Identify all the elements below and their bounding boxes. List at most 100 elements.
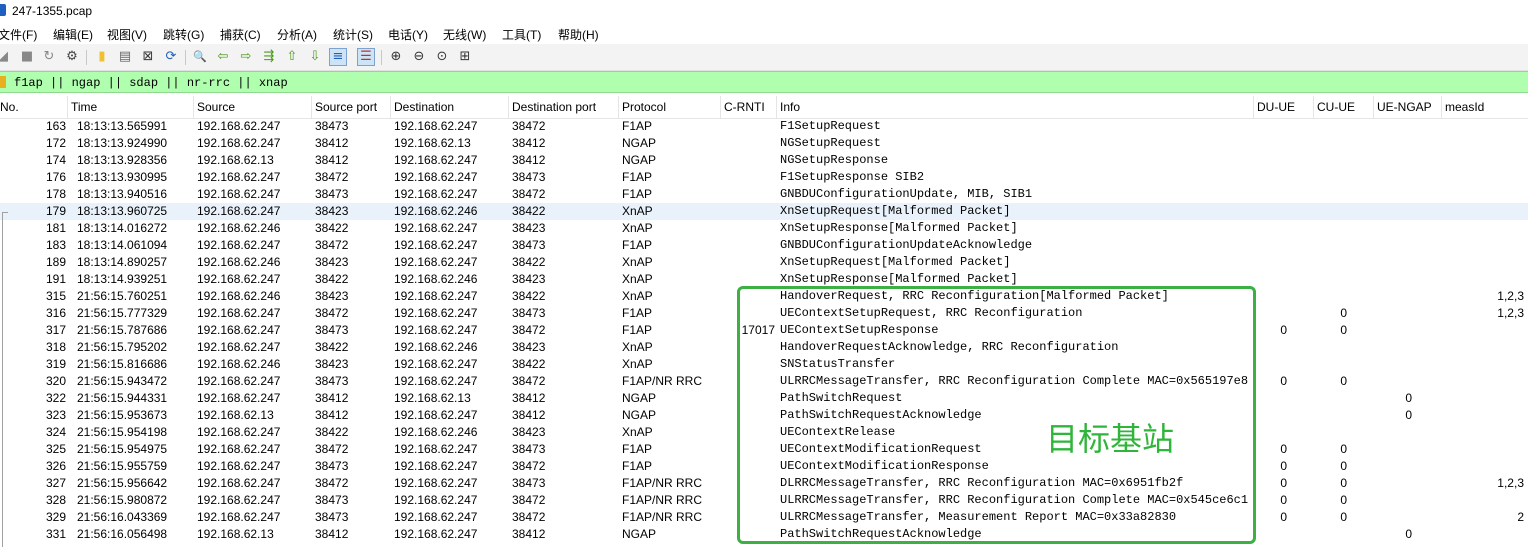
cell-cu-ue [1314,254,1347,271]
cell-du-ue [1254,407,1287,424]
menu-help[interactable]: 帮助(H) [558,26,599,43]
zoom-in-icon[interactable]: ⊕ [387,48,405,66]
cell-source-port: 38472 [315,442,349,456]
capture-options-icon[interactable]: ⚙ [63,48,81,66]
column-header-no[interactable]: No. [0,96,68,118]
menu-statistics[interactable]: 统计(S) [333,26,373,43]
cell-protocol: F1AP/NR RRC [622,510,703,524]
cell-du-ue [1254,254,1287,271]
go-first-icon[interactable]: ⇧ [283,48,301,66]
cell-destination: 192.168.62.247 [394,510,478,524]
column-header-du-ue[interactable]: DU-UE [1254,96,1314,118]
packet-row[interactable]: 163 18:13:13.565991 192.168.62.247 38473 192… [0,118,1528,135]
cell-ue-ngap [1374,424,1412,441]
column-header-ue-ngap[interactable]: UE-NGAP [1374,96,1442,118]
packet-row[interactable]: 183 18:13:14.061094 192.168.62.247 38472 192… [0,237,1528,254]
packet-row[interactable]: 172 18:13:13.924990 192.168.62.247 38412 192… [0,135,1528,152]
column-header-protocol[interactable]: Protocol [619,96,721,118]
menu-capture[interactable]: 捕获(C) [220,26,261,43]
cell-du-ue [1254,203,1287,220]
column-header-source-port[interactable]: Source port [312,96,391,118]
autoscroll-icon[interactable]: ≡ [329,48,347,66]
open-file-icon[interactable]: ▮ [93,48,111,66]
cell-time: 21:56:15.953673 [77,408,168,422]
cell-source: 192.168.62.247 [197,374,281,388]
packet-row[interactable]: 179 18:13:13.960725 192.168.62.247 38423 192… [0,203,1528,220]
cell-c-rnti [722,118,775,135]
column-header-source[interactable]: Source [194,96,312,118]
cell-cu-ue [1314,186,1347,203]
menu-telephony[interactable]: 电话(Y) [388,26,428,43]
display-filter-input[interactable] [14,75,1414,91]
cell-time: 18:13:14.890257 [77,255,168,269]
close-file-icon[interactable]: ⊠ [139,48,157,66]
cell-time: 18:13:13.960725 [77,204,168,218]
cell-source-port: 38472 [315,170,349,184]
cell-time: 18:13:13.565991 [77,119,168,133]
cell-source: 192.168.62.246 [197,221,281,235]
column-header-cu-ue[interactable]: CU-UE [1314,96,1374,118]
column-header-time[interactable]: Time [68,96,194,118]
cell-meas-id: 1,2,3 [1497,476,1524,490]
packet-row[interactable]: 176 18:13:13.930995 192.168.62.247 38472 192… [0,169,1528,186]
cell-destination-port: 38412 [512,136,546,150]
menu-wireless[interactable]: 无线(W) [443,26,486,43]
cell-meas-id [1442,322,1524,339]
cell-cu-ue: 0 [1340,476,1347,490]
cell-du-ue [1254,526,1287,543]
menu-analyze[interactable]: 分析(A) [277,26,317,43]
cell-c-rnti [722,135,775,152]
reload-file-icon[interactable]: ⟳ [162,48,180,66]
bookmark-icon[interactable] [0,76,6,88]
colorize-icon[interactable]: ☰ [357,48,375,66]
column-header-destination[interactable]: Destination [391,96,509,118]
cell-meas-id [1442,169,1524,186]
cell-source-port: 38423 [315,204,349,218]
stop-capture-icon[interactable]: ■ [18,48,36,66]
cell-source-port: 38412 [315,527,349,541]
cell-time: 18:13:13.928356 [77,153,168,167]
start-capture-icon[interactable]: ◢ [0,48,12,66]
cell-no: 324 [45,425,66,439]
go-last-icon[interactable]: ⇩ [306,48,324,66]
cell-source-port: 38423 [315,289,349,303]
cell-c-rnti [722,220,775,237]
restart-capture-icon[interactable]: ↻ [40,48,58,66]
window-title: 247-1355.pcap [12,4,93,18]
column-header-c-rnti[interactable]: C-RNTI [721,96,777,118]
cell-time: 18:13:14.016272 [77,221,168,235]
cell-destination: 192.168.62.247 [394,289,478,303]
cell-cu-ue [1314,339,1347,356]
menu-view[interactable]: 视图(V) [107,26,147,43]
normal-size-icon[interactable]: ⊙ [433,48,451,66]
find-packet-icon[interactable]: 🔍 [191,48,209,66]
cell-time: 21:56:15.760251 [77,289,168,303]
menu-go[interactable]: 跳转(G) [163,26,204,43]
menu-edit[interactable]: 编辑(E) [53,26,93,43]
cell-destination-port: 38423 [512,272,546,286]
packet-row[interactable]: 189 18:13:14.890257 192.168.62.246 38423 192… [0,254,1528,271]
zoom-out-icon[interactable]: ⊖ [410,48,428,66]
cell-source: 192.168.62.246 [197,357,281,371]
cell-meas-id [1442,407,1524,424]
cell-destination: 192.168.62.247 [394,357,478,371]
cell-destination: 192.168.62.247 [394,442,478,456]
menu-file[interactable]: 文件(F) [0,26,37,43]
column-header-meas-id[interactable]: measId [1442,96,1528,118]
save-file-icon[interactable]: ▤ [116,48,134,66]
go-back-icon[interactable]: ⇦ [214,48,232,66]
go-forward-icon[interactable]: ⇨ [237,48,255,66]
packet-row[interactable]: 181 18:13:14.016272 192.168.62.246 38422 192… [0,220,1528,237]
packet-row[interactable]: 174 18:13:13.928356 192.168.62.13 38412 192.… [0,152,1528,169]
cell-destination-port: 38423 [512,340,546,354]
cell-time: 18:13:13.940516 [77,187,168,201]
resize-columns-icon[interactable]: ⊞ [456,48,474,66]
cell-destination-port: 38423 [512,425,546,439]
column-header-destination-port[interactable]: Destination port [509,96,619,118]
cell-meas-id [1442,373,1524,390]
menu-tools[interactable]: 工具(T) [502,26,541,43]
cell-time: 21:56:16.043369 [77,510,168,524]
packet-row[interactable]: 178 18:13:13.940516 192.168.62.247 38473 192… [0,186,1528,203]
go-to-packet-icon[interactable]: ⇶ [260,48,278,66]
column-header-info[interactable]: Info [777,96,1254,118]
